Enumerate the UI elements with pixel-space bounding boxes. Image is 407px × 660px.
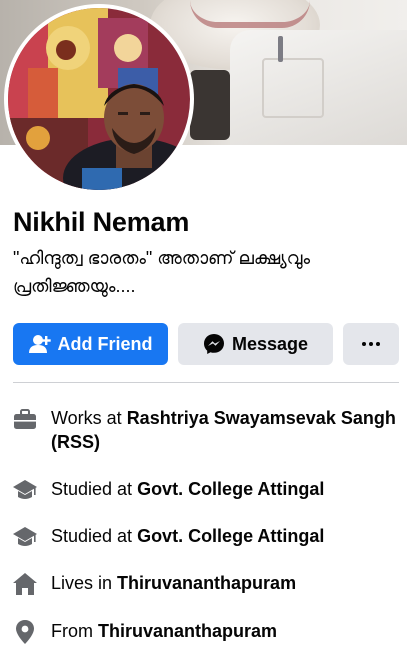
detail-prefix: Studied at (51, 526, 138, 546)
detail-from[interactable]: From Thiruvananthapuram (13, 619, 399, 644)
detail-prefix: Lives in (51, 573, 118, 593)
detail-lives-in[interactable]: Lives in Thiruvananthapuram (13, 571, 399, 596)
more-dots-icon (362, 342, 380, 346)
detail-value: Thiruvananthapuram (98, 621, 278, 641)
graduation-cap-icon (13, 480, 37, 499)
detail-value: Thiruvananthapuram (117, 573, 297, 593)
location-pin-icon (16, 620, 34, 644)
detail-work[interactable]: Works at Rashtriya Swayamsevak Sangh (RS… (13, 406, 399, 454)
detail-prefix: Works at (51, 408, 127, 428)
profile-name: Nikhil Nemam (13, 207, 190, 237)
message-label: Message (231, 333, 309, 354)
section-divider (13, 382, 399, 383)
cover-photo-detail (190, 70, 230, 140)
add-friend-button[interactable]: Add Friend (13, 323, 168, 365)
cover-photo-detail (262, 58, 324, 118)
detail-prefix: From (51, 621, 98, 641)
briefcase-icon (14, 409, 36, 429)
detail-education[interactable]: Studied at Govt. College Attingal (13, 524, 399, 549)
add-friend-label: Add Friend (57, 333, 153, 354)
detail-value: Govt. College Attingal (137, 526, 325, 546)
profile-bio: "ഹിന്ദുത്വ ഭാരതം" അതാണ് ലക്ഷ്യവും പ്രതിജ… (13, 248, 310, 296)
cover-photo-detail (190, 0, 310, 28)
messenger-icon (203, 333, 225, 355)
cover-photo-detail (278, 36, 283, 62)
profile-avatar[interactable] (4, 4, 194, 194)
home-icon (13, 573, 37, 595)
more-options-button[interactable] (343, 323, 399, 365)
detail-education[interactable]: Studied at Govt. College Attingal (13, 477, 399, 502)
detail-value: Govt. College Attingal (137, 479, 325, 499)
message-button[interactable]: Message (178, 323, 333, 365)
profile-photo (8, 8, 190, 190)
add-friend-icon (28, 334, 51, 354)
graduation-cap-icon (13, 527, 37, 546)
detail-prefix: Studied at (51, 479, 138, 499)
